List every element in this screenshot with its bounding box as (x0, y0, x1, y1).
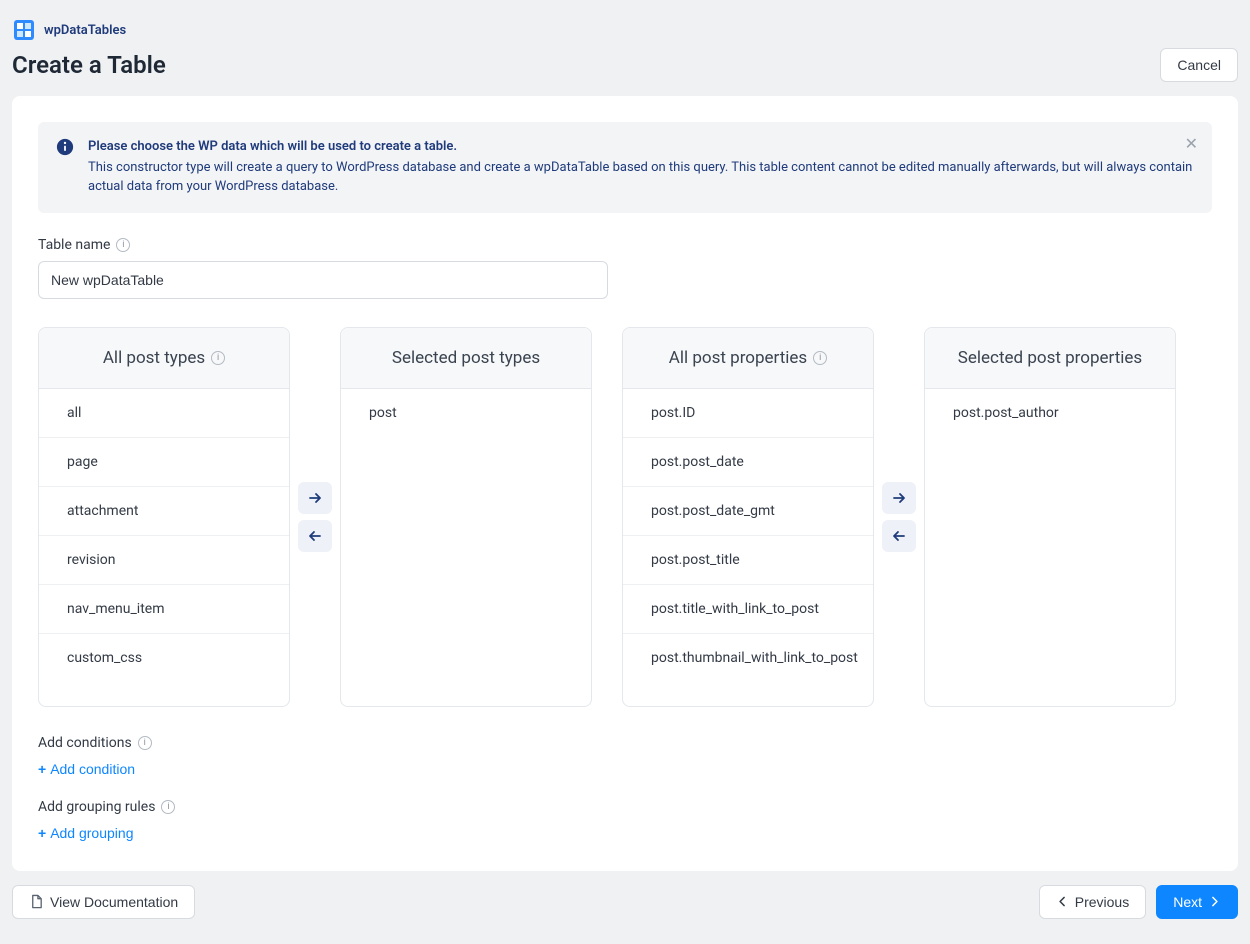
picker-header: All post types i (39, 328, 289, 389)
add-condition-label: Add condition (50, 761, 135, 777)
add-condition-button[interactable]: + Add condition (38, 757, 135, 781)
list-item[interactable]: post.post_title (623, 536, 873, 585)
arrow-right-icon (307, 490, 323, 506)
post-types-arrow-column (290, 327, 340, 707)
list-item[interactable]: nav_menu_item (39, 585, 289, 634)
previous-button[interactable]: Previous (1039, 885, 1146, 919)
brand-name: wpDataTables (44, 23, 126, 38)
picker-title: All post properties (669, 348, 807, 368)
chevron-left-icon (1056, 895, 1069, 908)
move-left-button[interactable] (882, 520, 916, 552)
title-row: Create a Table Cancel (0, 48, 1250, 96)
list-item[interactable]: post.post_date_gmt (623, 487, 873, 536)
move-right-button[interactable] (882, 482, 916, 514)
next-label: Next (1173, 894, 1202, 910)
table-name-label-text: Table name (38, 237, 110, 253)
list-item[interactable]: all (39, 389, 289, 438)
add-grouping-label-text: Add grouping (50, 825, 133, 841)
previous-label: Previous (1075, 894, 1129, 910)
info-icon[interactable]: i (138, 736, 152, 750)
all-post-properties-picker: All post properties i post.IDpost.post_d… (622, 327, 874, 707)
table-name-input[interactable] (38, 261, 608, 299)
chevron-right-icon (1208, 895, 1221, 908)
add-grouping-label-text: Add grouping rules (38, 799, 155, 815)
info-icon[interactable]: i (813, 351, 827, 365)
add-conditions-label-text: Add conditions (38, 735, 132, 751)
view-documentation-button[interactable]: View Documentation (12, 885, 195, 919)
arrow-left-icon (891, 528, 907, 544)
move-right-button[interactable] (298, 482, 332, 514)
picker-spacer (592, 327, 622, 707)
all-post-types-picker: All post types i allpageattachmentrevisi… (38, 327, 290, 707)
list-item[interactable]: post.title_with_link_to_post (623, 585, 873, 634)
info-icon[interactable]: i (116, 238, 130, 252)
close-icon[interactable]: ✕ (1185, 136, 1198, 152)
table-name-field-group: Table name i (38, 237, 1212, 299)
page-title: Create a Table (12, 51, 166, 79)
post-properties-arrow-column (874, 327, 924, 707)
picker-row: All post types i allpageattachmentrevisi… (38, 327, 1212, 707)
picker-list[interactable]: post.post_author (925, 389, 1175, 706)
cancel-button[interactable]: Cancel (1160, 48, 1238, 82)
picker-header: All post properties i (623, 328, 873, 389)
move-left-button[interactable] (298, 520, 332, 552)
view-documentation-label: View Documentation (50, 894, 178, 910)
arrow-left-icon (307, 528, 323, 544)
plus-icon: + (38, 825, 46, 841)
picker-list[interactable]: allpageattachmentrevisionnav_menu_itemcu… (39, 389, 289, 706)
list-item[interactable]: page (39, 438, 289, 487)
list-item[interactable]: post.post_author (925, 389, 1175, 437)
alert-text: This constructor type will create a quer… (88, 160, 1192, 194)
add-grouping-label: Add grouping rules i (38, 799, 1212, 815)
plus-icon: + (38, 761, 46, 777)
add-grouping-section: Add grouping rules i + Add grouping (38, 799, 1212, 845)
add-conditions-section: Add conditions i + Add condition (38, 735, 1212, 781)
list-item[interactable]: post (341, 389, 591, 437)
list-item[interactable]: custom_css (39, 634, 289, 682)
next-button[interactable]: Next (1156, 885, 1238, 919)
picker-list[interactable]: post (341, 389, 591, 706)
info-icon[interactable]: i (211, 351, 225, 365)
alert-title: Please choose the WP data which will be … (88, 138, 1194, 157)
list-item[interactable]: attachment (39, 487, 289, 536)
info-alert: Please choose the WP data which will be … (38, 122, 1212, 213)
info-icon[interactable]: i (161, 800, 175, 814)
document-icon (29, 894, 44, 909)
add-conditions-label: Add conditions i (38, 735, 1212, 751)
selected-post-properties-picker: Selected post properties post.post_autho… (924, 327, 1176, 707)
picker-header: Selected post properties (925, 328, 1175, 389)
arrow-right-icon (891, 490, 907, 506)
picker-header: Selected post types (341, 328, 591, 389)
alert-body: Please choose the WP data which will be … (88, 138, 1194, 197)
info-icon (56, 138, 74, 156)
add-grouping-button[interactable]: + Add grouping (38, 821, 133, 845)
footer-row: View Documentation Previous Next (0, 885, 1250, 937)
list-item[interactable]: post.post_date (623, 438, 873, 487)
picker-list[interactable]: post.IDpost.post_datepost.post_date_gmtp… (623, 389, 873, 706)
list-item[interactable]: revision (39, 536, 289, 585)
list-item[interactable]: post.ID (623, 389, 873, 438)
picker-title: All post types (103, 348, 205, 368)
table-name-label: Table name i (38, 237, 1212, 253)
picker-title: Selected post properties (958, 348, 1142, 368)
selected-post-types-picker: Selected post types post (340, 327, 592, 707)
footer-nav: Previous Next (1039, 885, 1238, 919)
brand-logo (12, 18, 36, 42)
brand-row: wpDataTables (0, 0, 1250, 48)
list-item[interactable]: post.thumbnail_with_link_to_post (623, 634, 873, 682)
picker-title: Selected post types (392, 348, 540, 368)
main-card: Please choose the WP data which will be … (12, 96, 1238, 871)
